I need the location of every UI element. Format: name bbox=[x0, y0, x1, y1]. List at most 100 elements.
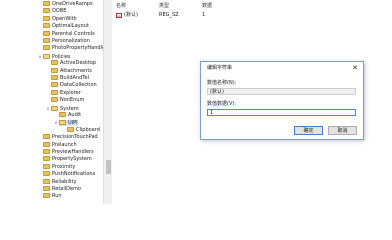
tree-item-content: OOBE bbox=[43, 8, 66, 14]
tree-item-content: RetailDemo bbox=[43, 186, 81, 192]
folder-icon bbox=[51, 82, 58, 88]
column-header-name[interactable]: 名称 bbox=[116, 2, 126, 10]
folder-icon bbox=[43, 53, 50, 59]
folder-icon bbox=[59, 120, 66, 126]
tree-item-label: DataCollection bbox=[60, 82, 97, 89]
folder-icon bbox=[51, 67, 58, 73]
tree-item-label: ActiveDesktop bbox=[60, 60, 97, 67]
tree-item[interactable]: OptimalLayout bbox=[37, 23, 89, 30]
value-data-label: 数值数据(V): bbox=[207, 101, 237, 107]
tree-item[interactable]: ∨ Policies bbox=[37, 53, 71, 60]
tree-item-content: OpenWith bbox=[43, 15, 77, 22]
cancel-button[interactable]: 取消 bbox=[328, 126, 357, 135]
registry-tree[interactable]: OneDriveRamps OOBE OpenWith OptimalLayout Pa… bbox=[0, 0, 103, 204]
value-name-label: 数值名称(N): bbox=[207, 80, 237, 86]
tree-item[interactable]: Parental Controls bbox=[37, 30, 95, 38]
tree-item-label: OptimalLayout bbox=[52, 23, 89, 30]
tree-item-content: Policies bbox=[43, 53, 71, 60]
folder-icon bbox=[43, 30, 50, 36]
tree-item[interactable]: ∨ System bbox=[45, 105, 79, 112]
tree-item-label: Run bbox=[52, 193, 62, 200]
dialog-titlebar[interactable]: 编辑字符串 ✕ bbox=[201, 62, 363, 75]
tree-item-label: PhotoPropertyHandle bbox=[52, 45, 103, 52]
tree-item-label: PushNotifications bbox=[52, 171, 96, 178]
tree-item-content: Audit bbox=[59, 112, 81, 118]
tree-item-content: Explorer bbox=[51, 89, 81, 96]
tree-item[interactable]: Reliability bbox=[37, 178, 77, 186]
tree-item[interactable]: PreviewHandlers bbox=[37, 149, 94, 156]
tree-item[interactable]: Clipboard bbox=[61, 126, 100, 134]
folder-icon bbox=[43, 1, 50, 6]
tree-item[interactable]: OOBE bbox=[37, 8, 66, 15]
value-name-field: (默认) bbox=[207, 88, 356, 95]
tree-item[interactable]: PushNotifications bbox=[37, 171, 95, 178]
tree-item-content: OneDriveRamps bbox=[43, 1, 93, 7]
tree-item-content: Personalization bbox=[43, 38, 90, 44]
tree-item-label: OOBE bbox=[52, 8, 67, 15]
tree-item-label: BuildAndTel bbox=[60, 75, 89, 81]
scrollbar-thumb[interactable] bbox=[105, 160, 111, 174]
string-value-icon: ab bbox=[116, 13, 122, 18]
folder-icon bbox=[43, 171, 50, 177]
folder-icon bbox=[43, 186, 50, 191]
folder-icon bbox=[51, 105, 58, 111]
tree-item-content: PrecisionTouchPad bbox=[43, 134, 98, 140]
value-row-default[interactable]: ab (默认) bbox=[116, 12, 138, 19]
folder-icon bbox=[43, 8, 50, 14]
tree-item-label: Personalization bbox=[52, 38, 90, 44]
tree-item[interactable]: ActiveDesktop bbox=[45, 60, 96, 67]
tree-item[interactable]: Attachments bbox=[45, 67, 92, 75]
tree-item-content: Proximity bbox=[43, 163, 75, 170]
folder-icon bbox=[43, 156, 50, 162]
tree-item-label: Explorer bbox=[60, 89, 81, 96]
tree-item-content: Attachments bbox=[51, 67, 92, 74]
tree-item-content: PreviewHandlers bbox=[43, 149, 94, 155]
column-header-data[interactable]: 数据 bbox=[202, 2, 212, 10]
tree-item[interactable]: PropertySystem bbox=[37, 156, 92, 163]
tree-item[interactable]: DataCollection bbox=[45, 82, 97, 89]
tree-item[interactable]: Proximity bbox=[37, 163, 75, 171]
column-header-type[interactable]: 类型 bbox=[159, 2, 169, 10]
tree-item[interactable]: Prelaunch bbox=[37, 141, 77, 149]
folder-icon bbox=[43, 38, 50, 43]
tree-item[interactable]: BuildAndTel bbox=[45, 75, 89, 82]
close-icon[interactable]: ✕ bbox=[352, 62, 358, 75]
folder-icon bbox=[43, 23, 50, 29]
tree-item-label: Audit bbox=[68, 112, 82, 118]
tree-item-label: Policies bbox=[52, 53, 71, 60]
tree-item[interactable]: Run bbox=[37, 193, 62, 200]
tree-item-label: Reliability bbox=[52, 178, 77, 185]
tree-item-content: PropertySystem bbox=[43, 156, 92, 162]
tree-item-content: DataCollection bbox=[51, 82, 97, 88]
tree-item-content: PushNotifications bbox=[43, 171, 95, 177]
folder-icon bbox=[43, 45, 50, 51]
tree-item-content: ActiveDesktop bbox=[51, 60, 96, 66]
tree-item[interactable]: PrecisionTouchPad bbox=[37, 134, 98, 141]
tree-item[interactable]: OpenWith bbox=[37, 15, 77, 23]
tree-scrollbar[interactable] bbox=[103, 0, 112, 204]
folder-icon bbox=[43, 141, 50, 147]
tree-item-label: NonEnum bbox=[60, 97, 85, 104]
tree-item[interactable]: OneDriveRamps bbox=[37, 1, 93, 8]
tree-item[interactable]: NonEnum bbox=[45, 97, 84, 104]
tree-item-content: Parental Controls bbox=[43, 30, 95, 37]
tree-item[interactable]: Audit bbox=[53, 112, 81, 119]
ok-button[interactable]: 确定 bbox=[294, 126, 323, 135]
value-row-data: 1 bbox=[202, 12, 206, 18]
tree-item[interactable]: ∨ UIPI bbox=[53, 119, 78, 127]
tree-item-content: Prelaunch bbox=[43, 141, 77, 148]
tree-item[interactable]: Personalization bbox=[37, 38, 90, 45]
tree-item[interactable]: Explorer bbox=[45, 89, 81, 97]
folder-icon bbox=[43, 193, 50, 199]
tree-item-label: PreviewHandlers bbox=[52, 149, 94, 155]
tree-item-content: Reliability bbox=[43, 178, 77, 185]
tree-item-label: PrecisionTouchPad bbox=[52, 134, 98, 141]
folder-icon bbox=[43, 163, 50, 169]
tree-item-label: System bbox=[60, 105, 79, 112]
tree-item-label: UIPI bbox=[68, 120, 78, 127]
value-row-type: REG_SZ bbox=[159, 12, 179, 18]
value-data-input[interactable]: 1 bbox=[207, 109, 356, 116]
folder-icon bbox=[51, 60, 58, 66]
tree-item[interactable]: RetailDemo bbox=[37, 186, 81, 193]
tree-item[interactable]: PhotoPropertyHandle bbox=[37, 45, 103, 52]
